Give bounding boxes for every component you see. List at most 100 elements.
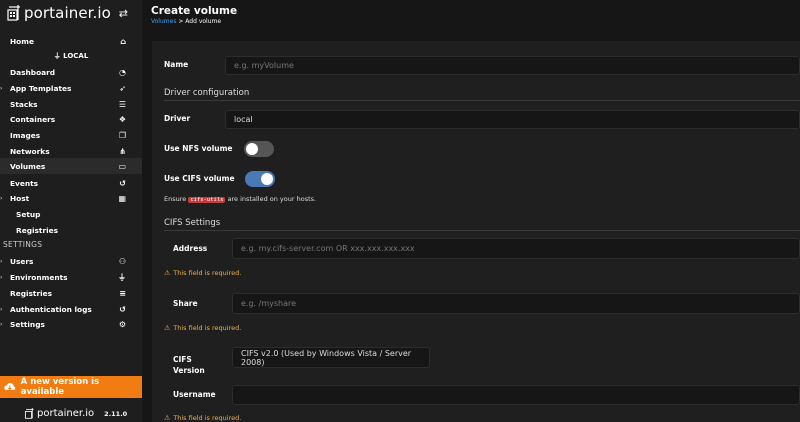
sidebar-item-label: Setup <box>16 209 41 219</box>
driver-select[interactable]: local <box>225 110 800 129</box>
sidebar-item-label: Authentication logs <box>10 304 92 314</box>
sidebar-item-label: Volumes <box>10 161 46 171</box>
caret-right-icon: › <box>0 257 3 265</box>
sidebar-item-dashboard[interactable]: Dashboard ◔ <box>0 64 142 80</box>
portainer-logo-icon <box>24 408 34 419</box>
sidebar-item-containers[interactable]: Containers ❖ <box>0 111 142 127</box>
name-label: Name <box>164 60 189 69</box>
page-title: Create volume <box>151 5 238 17</box>
cogs-icon: ⚙ <box>118 319 126 329</box>
share-input[interactable]: e.g. /myshare <box>232 293 800 314</box>
toggle-knob <box>261 173 273 185</box>
cifs-version-value: CIFS v2.0 (Used by Windows Vista / Serve… <box>241 348 412 367</box>
th-icon: ▦ <box>118 193 126 203</box>
username-error: ⚠ This field is required. <box>164 414 242 422</box>
sidebar-item-label: Containers <box>10 114 56 124</box>
breadcrumb: Volumes > Add volume <box>151 18 221 25</box>
portainer-logo-icon <box>7 5 20 21</box>
caret-right-icon: › <box>0 273 3 281</box>
hdd-icon: ▭ <box>118 161 126 171</box>
name-placeholder: e.g. myVolume <box>234 61 294 70</box>
username-label: Username <box>173 390 216 399</box>
sidebar-item-images[interactable]: Images ❐ <box>0 127 142 143</box>
address-label: Address <box>173 244 208 253</box>
cifs-utils-code: cifs-utils <box>188 197 226 203</box>
toggle-knob <box>246 143 258 155</box>
sidebar-item-stacks[interactable]: Stacks ☰ <box>0 96 142 112</box>
warning-icon: ⚠ <box>164 324 171 332</box>
brand-logo-link[interactable]: portainer.io <box>6 3 111 23</box>
plug-icon: ⏚ <box>53 52 64 60</box>
sidebar-item-label: App Templates <box>10 83 72 93</box>
sidebar-item-settings[interactable]: › Settings ⚙ <box>0 316 142 332</box>
share-placeholder: e.g. /myshare <box>241 299 297 308</box>
plug-icon: ⏚ <box>118 272 126 282</box>
address-placeholder: e.g. my.cifs-server.com OR xxx.xxx.xxx.x… <box>241 244 415 253</box>
list-icon: ☰ <box>118 99 126 109</box>
driver-section-title: Driver configuration <box>164 88 250 98</box>
section-divider <box>164 230 800 231</box>
environment-label: ⏚ LOCAL <box>53 52 89 60</box>
users-icon: ⚇ <box>118 256 126 266</box>
driver-value: local <box>234 115 253 124</box>
settings-section-label: SETTINGS <box>3 240 43 249</box>
cifs-version-label: CIFS Version <box>173 355 205 375</box>
history-icon: ↺ <box>119 178 126 188</box>
section-divider <box>164 100 800 101</box>
sidebar-item-label: Dashboard <box>10 67 56 77</box>
cifs-toggle[interactable] <box>245 171 275 187</box>
sidebar-item-label: Home <box>10 36 34 46</box>
sidebar-item-label: Images <box>10 130 41 140</box>
sidebar-item-label: Networks <box>10 146 50 156</box>
sidebar-item-label: Environments <box>10 272 68 282</box>
warning-icon: ⚠ <box>164 269 171 277</box>
sidebar: portainer.io ⇄ Home ⌂ ⏚ LOCAL Dashboard … <box>0 0 142 422</box>
warning-icon: ⚠ <box>164 414 171 422</box>
clone-icon: ❐ <box>118 130 126 140</box>
version-label: 2.11.0 <box>104 409 128 418</box>
sidebar-item-registries[interactable]: Registries ≡ <box>0 285 142 301</box>
sidebar-item-label: Users <box>10 256 34 266</box>
app-root: portainer.io ⇄ Home ⌂ ⏚ LOCAL Dashboard … <box>0 0 800 422</box>
sidebar-item-label: Host <box>10 193 30 203</box>
history-icon: ↺ <box>119 304 126 314</box>
sidebar-item-volumes[interactable]: Volumes ▭ <box>0 158 142 174</box>
sidebar-item-host-registries[interactable]: Registries <box>0 222 142 238</box>
page-header: Create volume Volumes > Add volume <box>142 0 800 40</box>
sidebar-item-networks[interactable]: Networks ⋔ <box>0 143 142 159</box>
username-input[interactable] <box>232 385 800 405</box>
address-error: ⚠ This field is required. <box>164 269 242 277</box>
nfs-toggle[interactable] <box>244 141 274 157</box>
footer-brand-text: portainer.io <box>37 408 95 419</box>
breadcrumb-current: > Add volume <box>178 18 222 25</box>
sidebar-item-home[interactable]: Home ⌂ <box>0 33 142 49</box>
brand-text: portainer.io <box>24 4 111 22</box>
rocket-icon: ➶ <box>119 83 126 93</box>
tachometer-icon: ◔ <box>119 67 126 77</box>
nfs-toggle-label: Use NFS volume <box>164 144 233 153</box>
update-banner[interactable]: A new version is available <box>0 376 142 398</box>
sidebar-item-host[interactable]: › Host ▦ <box>0 190 142 206</box>
share-label: Share <box>173 299 198 308</box>
home-icon: ⌂ <box>120 36 126 46</box>
caret-right-icon: › <box>0 320 3 328</box>
database-icon: ≡ <box>119 288 126 298</box>
sidebar-item-label: Registries <box>16 225 59 235</box>
caret-right-icon: › <box>0 194 3 202</box>
create-volume-form: Name e.g. myVolume Driver configuration … <box>152 41 800 422</box>
sidebar-item-label: Registries <box>10 288 53 298</box>
sidebar-item-users[interactable]: › Users ⚇ <box>0 253 142 269</box>
sidebar-item-authentication-logs[interactable]: › Authentication logs ↺ <box>0 301 142 317</box>
address-input[interactable]: e.g. my.cifs-server.com OR xxx.xxx.xxx.x… <box>232 238 800 259</box>
cifs-toggle-label: Use CIFS volume <box>164 174 235 183</box>
name-input[interactable]: e.g. myVolume <box>225 56 800 75</box>
sidebar-item-setup[interactable]: Setup <box>0 206 142 222</box>
sidebar-item-app-templates[interactable]: › App Templates ➶ <box>0 80 142 96</box>
sidebar-item-events[interactable]: Events ↺ <box>0 175 142 191</box>
driver-label: Driver <box>164 114 191 123</box>
breadcrumb-volumes-link[interactable]: Volumes <box>151 18 176 25</box>
cifs-version-select[interactable]: CIFS v2.0 (Used by Windows Vista / Serve… <box>232 347 430 368</box>
sidebar-item-environments[interactable]: › Environments ⏚ <box>0 269 142 285</box>
sidebar-toggle-icon[interactable]: ⇄ <box>119 7 128 20</box>
caret-right-icon: › <box>0 305 3 313</box>
